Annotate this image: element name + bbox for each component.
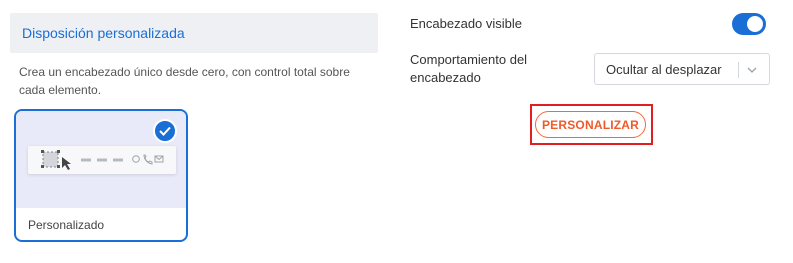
header-visible-toggle[interactable]: [732, 13, 766, 35]
chevron-down-icon: [747, 67, 757, 73]
header-behavior-label: Comportamiento del encabezado: [410, 52, 528, 85]
header-behavior-select[interactable]: Ocultar al desplazar: [594, 53, 770, 85]
selected-check-icon: [153, 119, 177, 143]
header-visible-label: Encabezado visible: [410, 16, 523, 31]
header-behavior-value: Ocultar al desplazar: [606, 62, 722, 77]
layout-section-header: Disposición personalizada: [10, 13, 378, 53]
layout-section-title: Disposición personalizada: [22, 25, 185, 41]
toggle-knob: [747, 16, 763, 32]
select-divider: [738, 62, 739, 78]
customize-button[interactable]: PERSONALIZAR: [535, 111, 646, 138]
header-preview-icon: [41, 150, 164, 170]
card-label: Personalizado: [28, 218, 105, 232]
header-preview-bar: [28, 146, 176, 174]
layout-description: Crea un encabezado único desde cero, con…: [19, 65, 350, 97]
